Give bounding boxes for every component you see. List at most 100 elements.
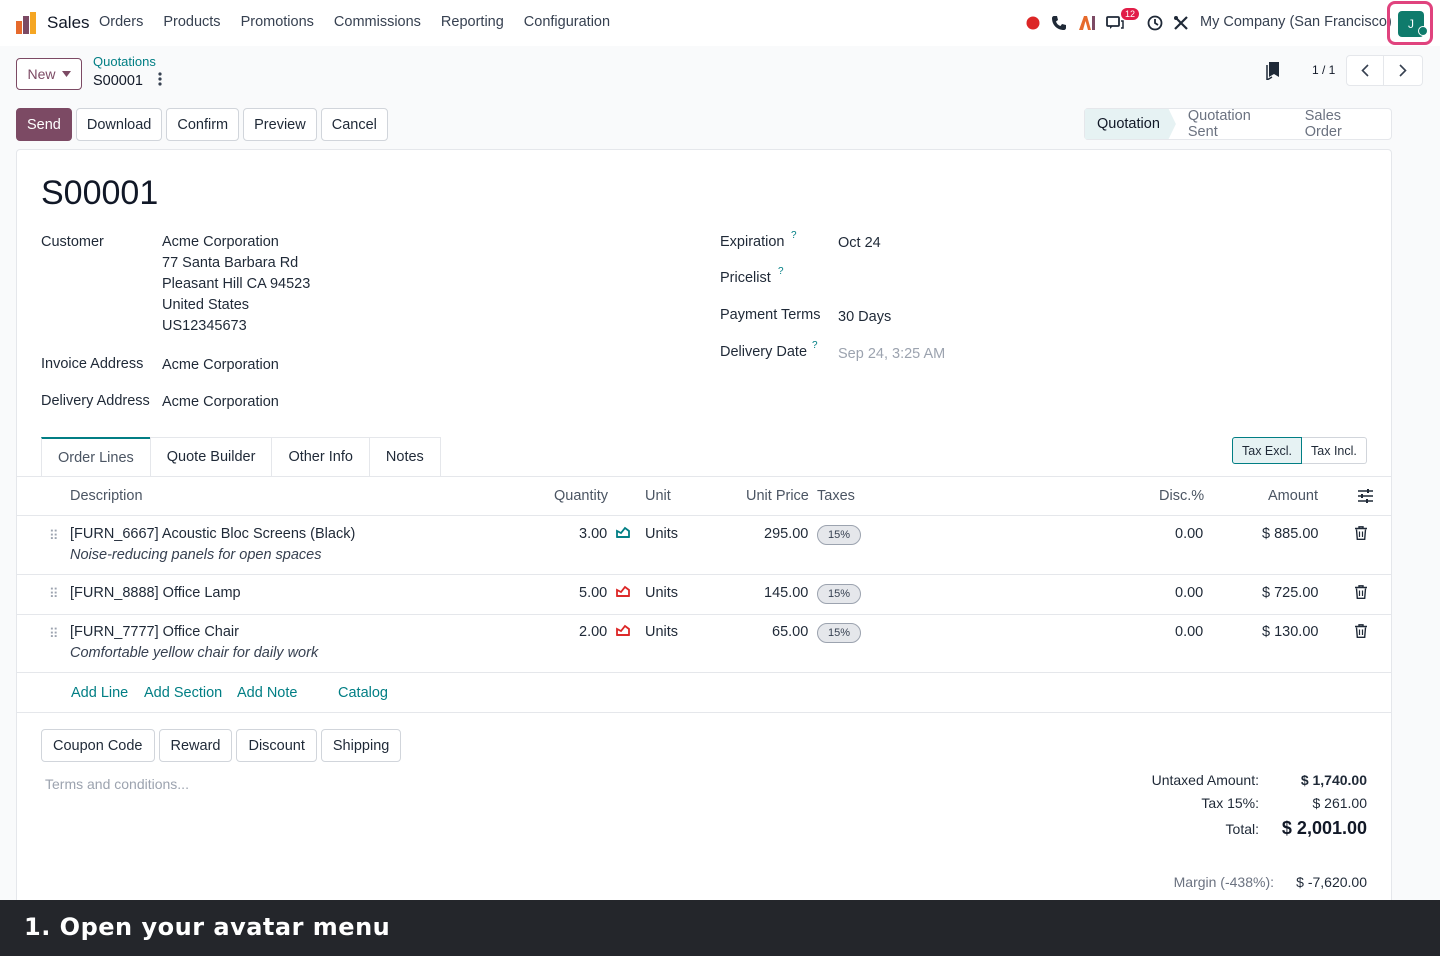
line-unit[interactable]: Units [645, 624, 678, 640]
clock-icon[interactable] [1145, 13, 1165, 33]
avatar-initial: J [1408, 17, 1414, 31]
status-quotation[interactable]: Quotation [1085, 109, 1176, 139]
drag-handle-icon[interactable]: ⠿ [49, 626, 59, 642]
column-quantity[interactable]: Quantity [554, 488, 608, 504]
send-button[interactable]: Send [16, 108, 72, 141]
table-row[interactable]: ⠿ [FURN_7777] Office Chair Comfortable y… [17, 615, 1391, 673]
pricelist-label: Pricelist [720, 270, 771, 286]
help-icon[interactable]: ? [791, 230, 797, 241]
line-discount[interactable]: 0.00 [1175, 624, 1203, 640]
preview-button[interactable]: Preview [243, 108, 317, 141]
column-unit-price[interactable]: Unit Price [746, 488, 809, 504]
ai-icon[interactable] [1077, 13, 1097, 33]
app-name[interactable]: Sales [47, 13, 90, 33]
drag-handle-icon[interactable]: ⠿ [49, 528, 59, 544]
delete-line-icon[interactable] [1355, 585, 1367, 602]
coupon-code-button[interactable]: Coupon Code [41, 729, 155, 762]
optional-columns-icon[interactable] [1358, 489, 1373, 507]
menu-promotions[interactable]: Promotions [241, 14, 314, 30]
discount-button[interactable]: Discount [236, 729, 317, 762]
reward-button[interactable]: Reward [158, 729, 233, 762]
pager-previous-button[interactable] [1346, 55, 1384, 86]
catalog-link[interactable]: Catalog [338, 685, 388, 701]
tax-tag[interactable]: 15% [817, 584, 862, 604]
payment-terms-field[interactable]: 30 Days [838, 307, 891, 328]
phone-icon[interactable] [1049, 13, 1069, 33]
help-icon[interactable]: ? [812, 340, 818, 351]
line-unit[interactable]: Units [645, 585, 678, 601]
tax-tag[interactable]: 15% [817, 623, 862, 643]
add-line-link[interactable]: Add Line [71, 685, 128, 701]
recording-dot-icon[interactable] [1023, 13, 1043, 33]
tools-icon[interactable] [1171, 13, 1191, 33]
line-quantity[interactable]: 3.00 [579, 526, 607, 542]
column-amount[interactable]: Amount [1268, 488, 1318, 504]
cancel-button[interactable]: Cancel [320, 108, 388, 141]
tax-excluded-button[interactable]: Tax Excl. [1232, 437, 1303, 464]
add-section-link[interactable]: Add Section [144, 685, 222, 701]
tax-tag[interactable]: 15% [817, 525, 862, 545]
menu-configuration[interactable]: Configuration [524, 14, 610, 30]
company-switcher[interactable]: My Company (San Francisco) [1200, 14, 1392, 30]
line-quantity[interactable]: 2.00 [579, 624, 607, 640]
tax-included-button[interactable]: Tax Incl. [1302, 437, 1367, 464]
status-sales-order[interactable]: Sales Order [1293, 108, 1391, 140]
line-product[interactable]: [FURN_6667] Acoustic Bloc Screens (Black… [70, 526, 355, 542]
line-unit-price[interactable]: 145.00 [764, 585, 808, 601]
confirm-button[interactable]: Confirm [166, 108, 240, 141]
pager-next-button[interactable] [1384, 55, 1423, 86]
new-button[interactable]: New [16, 58, 82, 90]
add-line-controls: Add Line Add Section Add Note Catalog [17, 673, 1391, 713]
top-navbar: Sales Orders Products Promotions Commiss… [0, 0, 1440, 46]
line-discount[interactable]: 0.00 [1175, 526, 1203, 542]
line-quantity[interactable]: 5.00 [579, 585, 607, 601]
column-taxes[interactable]: Taxes [817, 488, 855, 504]
line-product[interactable]: [FURN_8888] Office Lamp [70, 585, 241, 601]
column-description[interactable]: Description [70, 488, 143, 504]
record-actions-icon[interactable] [158, 72, 162, 90]
customer-street: 77 Santa Barbara Rd [162, 255, 299, 271]
bookmark-icon[interactable] [1266, 62, 1280, 85]
download-button[interactable]: Download [75, 108, 163, 141]
terms-and-conditions-field[interactable]: Terms and conditions... [45, 776, 189, 792]
help-icon[interactable]: ? [778, 266, 784, 277]
tab-order-lines[interactable]: Order Lines [41, 437, 151, 476]
delivery-date-field[interactable]: Sep 24, 3:25 AM [838, 344, 945, 365]
breadcrumb-current: S00001 [93, 73, 143, 89]
breadcrumb-quotations[interactable]: Quotations [93, 54, 156, 69]
line-unit-price[interactable]: 295.00 [764, 526, 808, 542]
customer-field[interactable]: Acme Corporation 77 Santa Barbara Rd Ple… [162, 232, 310, 337]
line-product[interactable]: [FURN_7777] Office Chair [70, 624, 239, 640]
tab-notes[interactable]: Notes [368, 437, 441, 476]
tab-quote-builder[interactable]: Quote Builder [149, 437, 273, 476]
customer-country: United States [162, 297, 250, 313]
expiration-field[interactable]: Oct 24 [838, 233, 881, 254]
table-row[interactable]: ⠿ [FURN_6667] Acoustic Bloc Screens (Bla… [17, 516, 1391, 575]
shipping-button[interactable]: Shipping [320, 729, 402, 762]
line-unit-price[interactable]: 65.00 [772, 624, 808, 640]
forecast-chart-icon[interactable] [616, 526, 630, 541]
avatar-menu-highlight[interactable]: J [1387, 1, 1433, 45]
pager-value[interactable]: 1 / 1 [1312, 63, 1335, 77]
total-value: $ 2,001.00 [1281, 818, 1367, 838]
tab-other-info[interactable]: Other Info [271, 437, 370, 476]
menu-reporting[interactable]: Reporting [441, 14, 504, 30]
table-row[interactable]: ⠿ [FURN_8888] Office Lamp 5.00 Units 145… [17, 575, 1391, 615]
add-note-link[interactable]: Add Note [237, 685, 297, 701]
delivery-address-field[interactable]: Acme Corporation [162, 392, 279, 413]
column-unit[interactable]: Unit [645, 488, 671, 504]
line-unit[interactable]: Units [645, 526, 678, 542]
sales-app-icon[interactable] [16, 12, 38, 34]
delete-line-icon[interactable] [1355, 526, 1367, 543]
forecast-chart-icon[interactable] [616, 585, 630, 600]
delete-line-icon[interactable] [1355, 624, 1367, 641]
drag-handle-icon[interactable]: ⠿ [49, 586, 59, 602]
menu-orders[interactable]: Orders [99, 14, 143, 30]
menu-commissions[interactable]: Commissions [334, 14, 421, 30]
menu-products[interactable]: Products [163, 14, 220, 30]
status-quotation-sent[interactable]: Quotation Sent [1176, 108, 1293, 140]
column-discount[interactable]: Disc.% [1159, 488, 1204, 504]
line-discount[interactable]: 0.00 [1175, 585, 1203, 601]
invoice-address-field[interactable]: Acme Corporation [162, 355, 279, 376]
forecast-chart-icon[interactable] [616, 624, 630, 639]
